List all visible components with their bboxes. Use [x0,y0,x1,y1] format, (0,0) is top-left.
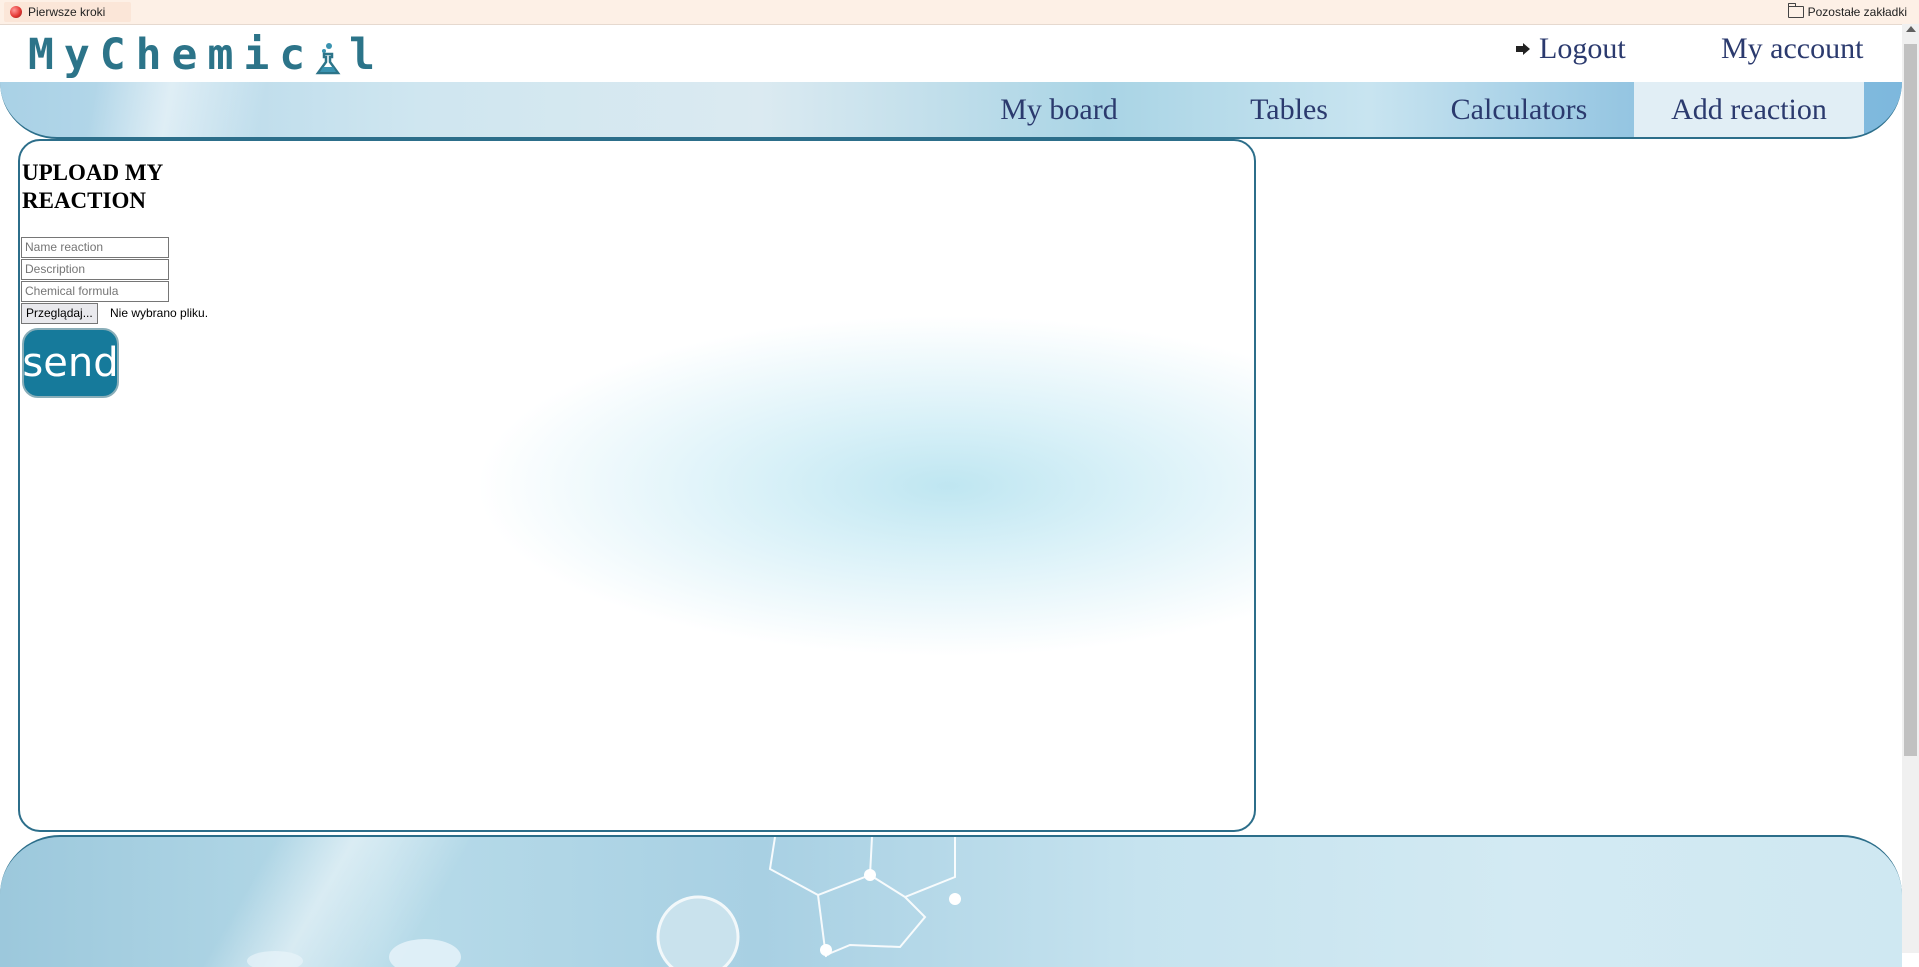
scroll-up-arrow-icon[interactable] [1906,26,1916,32]
logout-icon [1516,43,1530,55]
bookmark-other[interactable]: Pozostałe zakładki [1787,2,1907,22]
name-reaction-input[interactable]: Name reaction [21,237,169,258]
scroll-thumb[interactable] [1904,44,1917,756]
description-placeholder: Description [25,262,86,276]
file-browse-button[interactable]: Przeglądaj... [21,303,98,324]
upload-panel: UPLOAD MY REACTION Name reaction Descrip… [18,139,1256,832]
logout-label: Logout [1539,32,1626,65]
flask-icon [315,43,341,75]
nav-calculators-label: Calculators [1450,92,1588,126]
account-label: My account [1721,32,1864,65]
page-title: UPLOAD MY REACTION [22,160,163,213]
chemical-formula-input[interactable]: Chemical formula [21,281,169,302]
bookmark-label: Pierwsze kroki [28,5,106,19]
send-button[interactable]: send [22,328,119,398]
molecule-decoration [247,837,961,967]
description-input[interactable]: Description [21,259,169,280]
nav-add-reaction-label: Add reaction [1671,92,1827,126]
my-account-link[interactable]: My account [1721,32,1863,66]
logout-link[interactable]: Logout [1515,32,1626,66]
nav-tables-label: Tables [1250,92,1328,126]
footer-banner [0,835,1902,967]
firefox-icon [10,6,22,18]
nav-my-board-label: My board [1000,92,1118,126]
folder-icon [1787,3,1804,18]
site-logo[interactable]: MyChemic l [28,28,385,80]
nav-tables[interactable]: Tables [1237,82,1341,137]
name-reaction-placeholder: Name reaction [25,240,104,254]
main-nav: My board Tables Calculators Add reaction [0,82,1902,139]
nav-my-board[interactable]: My board [993,82,1125,137]
nav-add-reaction[interactable]: Add reaction [1634,82,1864,137]
bookmarks-bar: Pierwsze kroki Pozostałe zakładki [0,0,1919,25]
bookmark-other-label: Pozostałe zakładki [1807,5,1907,19]
bookmark-pierwsze-kroki[interactable]: Pierwsze kroki [4,2,132,22]
page-scrollbar[interactable] [1902,24,1919,953]
nav-calculators[interactable]: Calculators [1439,82,1599,137]
chemical-formula-placeholder: Chemical formula [25,284,119,298]
logo-text-part: MyChemic [28,30,316,80]
file-status-text: Nie wybrano pliku. [110,306,209,320]
logo-text-end: l [349,30,385,80]
